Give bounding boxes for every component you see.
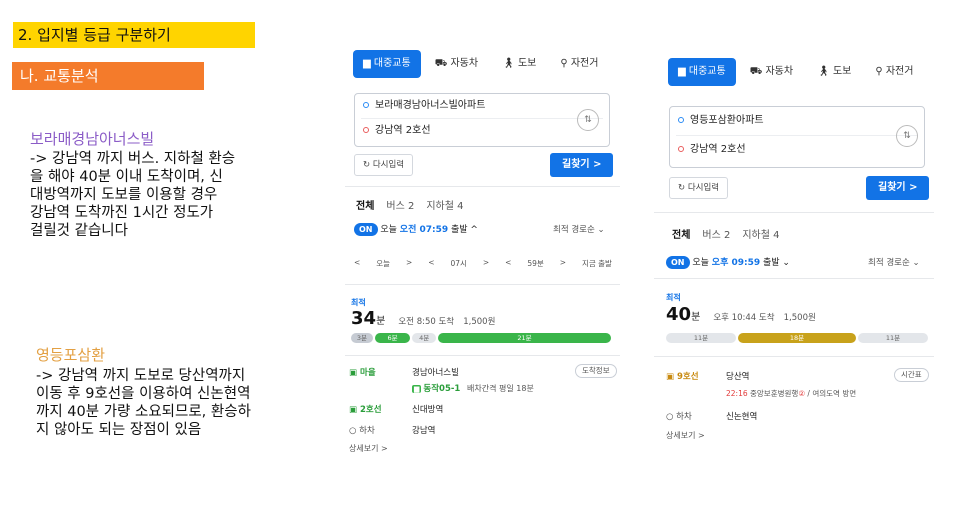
destination-field[interactable]: 강남역 2호선 [355, 119, 609, 143]
bus-icon: ▆ [412, 385, 422, 393]
best-label: 최적 [351, 298, 366, 307]
tab-walk[interactable]: 🚶︎ 도보 [492, 50, 546, 78]
subtab-bus[interactable]: 버스 2 [702, 226, 730, 241]
reset-button[interactable]: ↻ 다시입력 [354, 154, 414, 176]
origin-dot-icon [678, 117, 684, 123]
swap-icon[interactable]: ⇅ [896, 125, 918, 147]
arrival-info-button[interactable]: 도착정보 [575, 364, 617, 378]
tab-walk[interactable]: 🚶︎ 도보 [807, 58, 861, 86]
on-toggle[interactable]: ON [666, 256, 690, 269]
car-icon: ⛟ [434, 58, 451, 69]
car-icon: ⛟ [749, 66, 766, 77]
location-title-2: 영등포삼환 [36, 346, 106, 364]
departure-row[interactable]: ON 오늘 오전 07:59 출발 ^ [354, 222, 478, 236]
section-header: 2. 입지별 등급 구분하기 [13, 22, 255, 48]
swap-icon[interactable]: ⇅ [577, 109, 599, 131]
tab-bike[interactable]: ⚲ 자전거 [865, 58, 923, 86]
route-summary[interactable]: 40분 오후 10:44 도착 1,500원 [666, 304, 816, 325]
alight-label: ○ 하차 [666, 412, 692, 422]
walk-icon: 🚶︎ [502, 58, 518, 69]
step-line-label-2: ▣ 2호선 [349, 405, 382, 415]
origin-field[interactable]: 영등포삼환아파트 [670, 107, 924, 135]
location-body-2: -> 강남역 까지 도보로 당산역까지 이동 후 9호선을 이용하여 신논현역 … [36, 368, 251, 438]
subtab-subway[interactable]: 지하철 4 [426, 197, 463, 212]
destination-dot-icon [678, 146, 684, 152]
find-route-button[interactable]: 길찾기 > [550, 153, 614, 177]
subtab-subway[interactable]: 지하철 4 [742, 226, 779, 241]
tab-car[interactable]: ⛟ 자동차 [740, 58, 803, 86]
origin-dot-icon [363, 102, 369, 108]
origin-field[interactable]: 보라매경남아너스빌아파트 [355, 94, 609, 118]
route-summary[interactable]: 34분 오전 8:50 도착 1,500원 [351, 308, 495, 329]
step-line-label: ▣ 9호선 [666, 372, 699, 382]
subtab-bus[interactable]: 버스 2 [386, 197, 414, 212]
train-detail: 22:16 중앙보훈병원행② / 여의도역 방면 [726, 389, 857, 398]
subtab-all[interactable]: 전체 [672, 226, 690, 241]
route-panel-2: ▆ 대중교통 ⛟ 자동차 🚶︎ 도보 ⚲ 자전거 영등포삼환아파트 강남역 2호… [654, 48, 934, 458]
step-stop: 당산역 [726, 372, 750, 382]
bus-icon: ▆ [678, 66, 689, 77]
route-panel-1: ▆ 대중교통 ⛟ 자동차 🚶︎ 도보 ⚲ 자전거 보라매경남아너스빌아파트 강남… [345, 40, 620, 460]
tab-transit[interactable]: ▆ 대중교통 [668, 58, 736, 86]
alight-stop: 신논현역 [726, 412, 758, 422]
route-bar: 3분 6분 4분 21분 [351, 333, 611, 343]
timetable-button[interactable]: 시간표 [894, 368, 929, 382]
time-selector[interactable]: < 오늘 > <07시 > <59분 > 지금 출발 [354, 258, 612, 269]
sort-dropdown[interactable]: 최적 경로순 ⌄ [553, 223, 605, 235]
tab-transit[interactable]: ▆ 대중교통 [353, 50, 421, 78]
find-route-button[interactable]: 길찾기 > [866, 176, 930, 200]
location-title-1: 보라매경남아너스빌 [30, 130, 155, 148]
best-label: 최적 [666, 293, 681, 302]
sort-dropdown[interactable]: 최적 경로순 ⌄ [868, 256, 920, 268]
step-stop-2: 신대방역 [412, 405, 444, 415]
reset-button[interactable]: ↻ 다시입력 [669, 177, 729, 199]
refresh-icon: ↻ [363, 160, 373, 170]
bus-icon: ▆ [363, 58, 374, 69]
walk-icon: 🚶︎ [817, 66, 833, 77]
route-input-box: 영등포삼환아파트 강남역 2호선 ⇅ [669, 106, 925, 168]
destination-dot-icon [363, 127, 369, 133]
details-link[interactable]: 상세보기 > [666, 430, 705, 441]
step-line-label: ▣ 마을 [349, 368, 376, 378]
bike-icon: ⚲ [560, 58, 571, 69]
details-link[interactable]: 상세보기 > [349, 443, 388, 454]
alight-stop: 강남역 [412, 426, 436, 436]
departure-row[interactable]: ON 오늘 오후 09:59 출발 ⌄ [666, 255, 790, 269]
destination-field[interactable]: 강남역 2호선 [670, 136, 924, 164]
tab-bike[interactable]: ⚲ 자전거 [550, 50, 608, 78]
on-toggle[interactable]: ON [354, 223, 378, 236]
bike-icon: ⚲ [875, 66, 886, 77]
tab-car[interactable]: ⛟ 자동차 [425, 50, 488, 78]
step-stop: 경남아너스빌 [412, 368, 459, 378]
route-input-box: 보라매경남아너스빌아파트 강남역 2호선 ⇅ [354, 93, 610, 147]
alight-label: ○ 하차 [349, 426, 375, 436]
location-body-1: -> 강남역 까지 버스. 지하철 환승 을 해야 40분 이내 도착이며, 신… [30, 151, 236, 239]
subsection-header: 나. 교통분석 [12, 62, 204, 90]
refresh-icon: ↻ [678, 183, 688, 193]
subtab-all[interactable]: 전체 [356, 197, 374, 212]
bus-route: ▆ 동작05-1 배차간격 평일 18분 [412, 384, 534, 394]
route-bar: 11분 18분 11분 [666, 333, 928, 343]
